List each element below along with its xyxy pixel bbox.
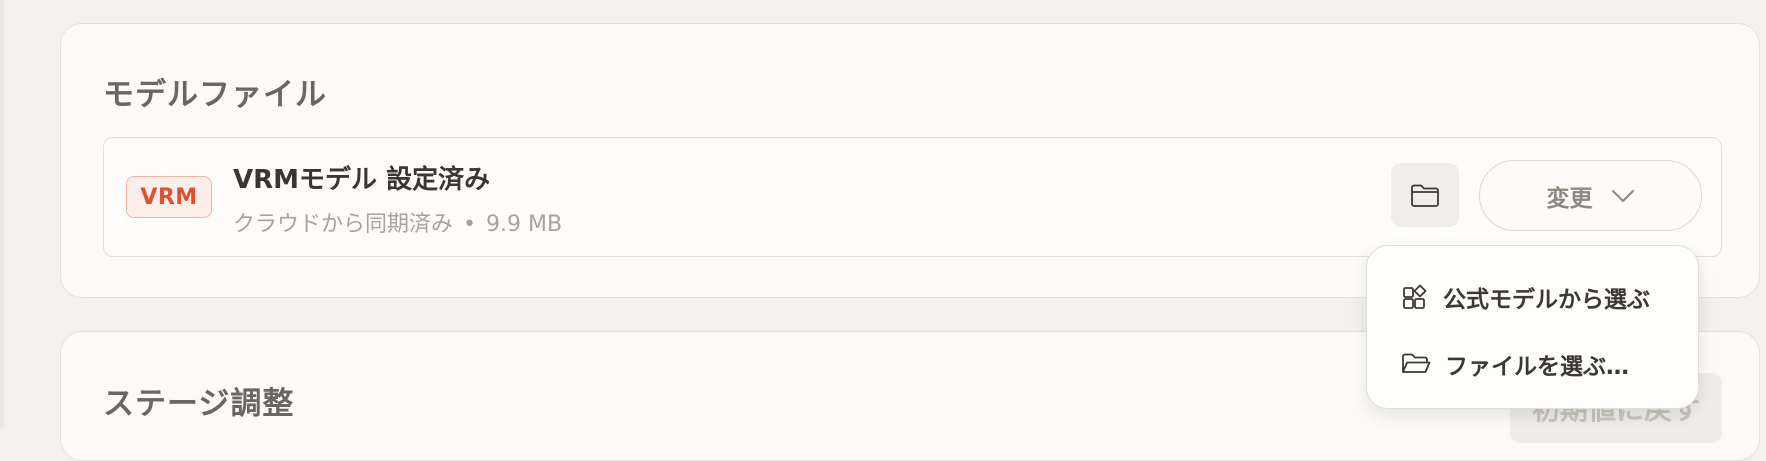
stage-adjust-heading: ステージ調整 bbox=[103, 386, 295, 422]
vrm-badge: VRM bbox=[126, 176, 212, 218]
menu-item-choose-file[interactable]: ファイルを選ぶ… bbox=[1401, 347, 1629, 381]
model-file-meta: クラウドから同期済み • 9.9 MB bbox=[233, 206, 562, 238]
menu-item-label: ファイルを選ぶ… bbox=[1445, 354, 1629, 380]
chevron-down-icon bbox=[1611, 189, 1634, 202]
change-model-menu: 公式モデルから選ぶ ファイルを選ぶ… bbox=[1366, 245, 1699, 409]
open-folder-button[interactable] bbox=[1391, 163, 1459, 227]
menu-item-label: 公式モデルから選ぶ bbox=[1443, 287, 1650, 313]
widgets-icon bbox=[1403, 284, 1427, 309]
folder-icon bbox=[1411, 184, 1439, 207]
change-button-label: 変更 bbox=[1546, 185, 1593, 212]
change-model-button[interactable]: 変更 bbox=[1479, 160, 1702, 231]
model-file-heading: モデルファイル bbox=[103, 77, 327, 113]
model-file-title: VRMモデル 設定済み bbox=[233, 165, 491, 195]
folder-open-icon bbox=[1402, 353, 1431, 373]
window-left-edge bbox=[0, 0, 4, 428]
menu-item-official-models[interactable]: 公式モデルから選ぶ bbox=[1401, 280, 1650, 314]
meta-separator: • bbox=[463, 212, 476, 237]
model-file-row: VRM VRMモデル 設定済み クラウドから同期済み • 9.9 MB 変更 bbox=[103, 137, 1722, 257]
sync-status: クラウドから同期済み bbox=[233, 212, 454, 237]
file-size: 9.9 MB bbox=[486, 212, 563, 237]
